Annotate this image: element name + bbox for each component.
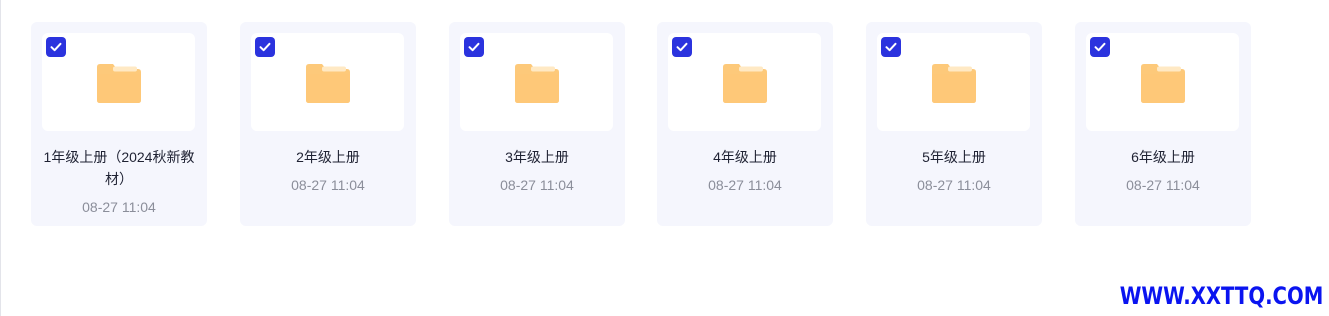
folder-icon [722,60,768,104]
folder-thumbnail [668,33,821,131]
selected-checkbox[interactable] [46,37,66,57]
folder-icon [96,60,142,104]
folder-card[interactable]: 1年级上册（2024秋新教材） 08-27 11:04 [31,22,207,226]
check-icon [676,42,688,52]
selected-checkbox[interactable] [672,37,692,57]
folder-thumbnail [251,33,404,131]
folder-icon [1140,60,1186,104]
selected-checkbox[interactable] [881,37,901,57]
watermark: WWW.XXTTQ.COM [1119,282,1323,310]
folder-card[interactable]: 6年级上册 08-27 11:04 [1075,22,1251,226]
folder-card[interactable]: 4年级上册 08-27 11:04 [657,22,833,226]
folder-date: 08-27 11:04 [917,177,991,193]
folder-date: 08-27 11:04 [291,177,365,193]
folder-name: 4年级上册 [713,149,777,165]
folder-icon [931,60,977,104]
folder-date: 08-27 11:04 [82,199,156,215]
folder-name: 6年级上册 [1131,149,1195,165]
folder-card[interactable]: 3年级上册 08-27 11:04 [449,22,625,226]
folder-icon [305,60,351,104]
check-icon [259,42,271,52]
folder-thumbnail [460,33,613,131]
check-icon [885,42,897,52]
folder-date: 08-27 11:04 [500,177,574,193]
folder-card[interactable]: 2年级上册 08-27 11:04 [240,22,416,226]
folder-date: 08-27 11:04 [708,177,782,193]
folder-icon [514,60,560,104]
folder-date: 08-27 11:04 [1126,177,1200,193]
folder-name: 3年级上册 [505,149,569,165]
folder-thumbnail [1086,33,1239,131]
check-icon [1094,42,1106,52]
selected-checkbox[interactable] [255,37,275,57]
folder-thumbnail [42,33,195,131]
check-icon [50,42,62,52]
selected-checkbox[interactable] [464,37,484,57]
selected-checkbox[interactable] [1090,37,1110,57]
folder-name: 2年级上册 [296,149,360,165]
folder-thumbnail [877,33,1030,131]
check-icon [468,42,480,52]
folder-grid: 1年级上册（2024秋新教材） 08-27 11:04 2年级上册 08-27 … [0,0,1329,316]
folder-name: 1年级上册（2024秋新教材） [43,149,195,187]
folder-card[interactable]: 5年级上册 08-27 11:04 [866,22,1042,226]
folder-name: 5年级上册 [922,149,986,165]
